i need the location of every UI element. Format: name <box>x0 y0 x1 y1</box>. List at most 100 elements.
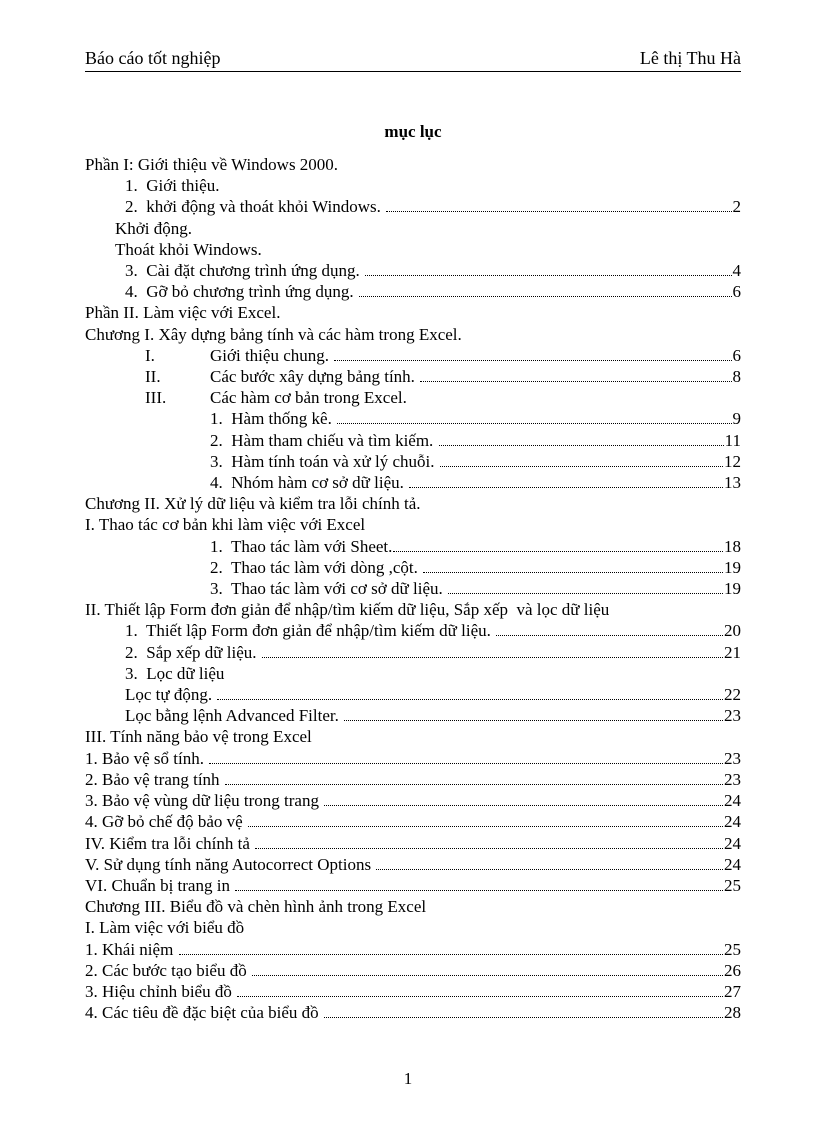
toc-leader <box>496 635 723 636</box>
toc-line: Lọc tự động. 22 <box>85 684 741 705</box>
toc-line: 2. Các bước tạo biểu đồ 26 <box>85 960 741 981</box>
toc-page: 26 <box>724 960 741 981</box>
page-number: 1 <box>0 1069 816 1089</box>
toc-leader <box>334 360 731 361</box>
toc-text: I. Thao tác cơ bản khi làm việc với Exce… <box>85 514 365 535</box>
toc-line: Chương II. Xử lý dữ liệu và kiểm tra lỗi… <box>85 493 741 514</box>
toc-text: Lọc bằng lệnh Advanced Filter. <box>125 705 343 726</box>
toc-page: 9 <box>733 408 742 429</box>
toc-line: 1. Giới thiệu. <box>85 175 741 196</box>
toc-leader <box>237 996 723 997</box>
toc-line: 2. Thao tác làm với dòng ,cột. 19 <box>85 557 741 578</box>
toc-text: 1. Hàm thống kê. <box>210 408 336 429</box>
toc-leader <box>420 381 731 382</box>
toc-line: 3. Hiệu chỉnh biểu đồ 27 <box>85 981 741 1002</box>
toc-text: Phần I: Giới thiệu về Windows 2000. <box>85 154 338 175</box>
toc-leader <box>225 784 723 785</box>
toc-text: 2. Sắp xếp dữ liệu. <box>125 642 261 663</box>
toc-leader <box>359 296 732 297</box>
toc-leader <box>440 466 723 467</box>
toc-page: 23 <box>724 705 741 726</box>
toc-leader <box>252 975 723 976</box>
toc-leader <box>179 954 723 955</box>
toc-line: 3. Hàm tính toán và xử lý chuỗi. 12 <box>85 451 741 472</box>
toc-roman-prefix: III. <box>145 387 210 408</box>
toc-roman-prefix: II. <box>145 366 210 387</box>
toc-text: Chương III. Biểu đồ và chèn hình ảnh tro… <box>85 896 426 917</box>
toc-line: I. Thao tác cơ bản khi làm việc với Exce… <box>85 514 741 535</box>
toc-roman-prefix: I. <box>145 345 210 366</box>
toc-page: 4 <box>733 260 742 281</box>
toc-line: I.Giới thiệu chung. 6 <box>85 345 741 366</box>
toc-leader <box>439 445 724 446</box>
toc-page: 11 <box>725 430 741 451</box>
toc-text: 4. Nhóm hàm cơ sở dữ liệu. <box>210 472 408 493</box>
toc-title: mục lục <box>85 122 741 142</box>
toc-text: Thoát khỏi Windows. <box>115 239 262 260</box>
page: Báo cáo tốt nghiệp Lê thị Thu Hà mục lục… <box>0 0 816 1123</box>
toc-text: V. Sử dụng tính năng Autocorrect Options <box>85 854 375 875</box>
toc-text: III. Tính năng bảo vệ trong Excel <box>85 726 312 747</box>
toc-page: 12 <box>724 451 741 472</box>
toc-text: Lọc tự động. <box>125 684 216 705</box>
toc-page: 19 <box>724 578 741 599</box>
header-left: Báo cáo tốt nghiệp <box>85 48 220 69</box>
toc-leader <box>423 572 723 573</box>
toc-line: 2. Sắp xếp dữ liệu. 21 <box>85 642 741 663</box>
toc-leader <box>365 275 732 276</box>
toc-leader <box>376 869 723 870</box>
toc-line: 1. Thao tác làm với Sheet.18 <box>85 536 741 557</box>
toc-page: 21 <box>724 642 741 663</box>
toc-text: 3. Cài đặt chương trình ứng dụng. <box>125 260 364 281</box>
toc-leader <box>248 826 723 827</box>
toc-line: Chương III. Biểu đồ và chèn hình ảnh tro… <box>85 896 741 917</box>
toc-line: Phần II. Làm việc với Excel. <box>85 302 741 323</box>
toc-page: 22 <box>724 684 741 705</box>
toc-page: 13 <box>724 472 741 493</box>
toc-page: 24 <box>724 790 741 811</box>
toc-page: 23 <box>724 748 741 769</box>
toc-leader <box>255 848 723 849</box>
toc-line: I. Làm việc với biểu đồ <box>85 917 741 938</box>
toc-line: 4. Gỡ bỏ chương trình ứng dụng. 6 <box>85 281 741 302</box>
toc-page: 20 <box>724 620 741 641</box>
toc-line: Khởi động. <box>85 218 741 239</box>
toc-text: 3. Thao tác làm với cơ sở dữ liệu. <box>210 578 447 599</box>
toc-line: 2. Hàm tham chiếu và tìm kiếm. 11 <box>85 430 741 451</box>
toc-line: II. Thiết lập Form đơn giản để nhập/tìm … <box>85 599 741 620</box>
toc-page: 28 <box>724 1002 741 1023</box>
toc-text: 2. Thao tác làm với dòng ,cột. <box>210 557 422 578</box>
toc-line: Phần I: Giới thiệu về Windows 2000. <box>85 154 741 175</box>
toc-line: 4. Gỡ bỏ chế độ bảo vệ 24 <box>85 811 741 832</box>
toc-page: 19 <box>724 557 741 578</box>
toc-text: Các bước xây dựng bảng tính. <box>210 366 419 387</box>
toc-text: 1. Giới thiệu. <box>125 175 219 196</box>
toc-text: 3. Hàm tính toán và xử lý chuỗi. <box>210 451 439 472</box>
toc-page: 27 <box>724 981 741 1002</box>
header-right: Lê thị Thu Hà <box>640 48 741 69</box>
toc-leader <box>209 763 723 764</box>
toc-text: 1. Khái niệm <box>85 939 178 960</box>
toc-line: Lọc bằng lệnh Advanced Filter. 23 <box>85 705 741 726</box>
toc-line: IV. Kiểm tra lỗi chính tả 24 <box>85 833 741 854</box>
toc-text: 2. Bảo vệ trang tính <box>85 769 224 790</box>
toc-line: Chương I. Xây dựng bảng tính và các hàm … <box>85 324 741 345</box>
toc-line: III.Các hàm cơ bản trong Excel. <box>85 387 741 408</box>
toc-line: 1. Bảo vệ sổ tính. 23 <box>85 748 741 769</box>
toc-text: Phần II. Làm việc với Excel. <box>85 302 280 323</box>
toc-line: 3. Thao tác làm với cơ sở dữ liệu. 19 <box>85 578 741 599</box>
toc-text: 4. Các tiêu đề đặc biệt của biểu đồ <box>85 1002 323 1023</box>
toc-text: 4. Gỡ bỏ chương trình ứng dụng. <box>125 281 358 302</box>
toc-line: 4. Các tiêu đề đặc biệt của biểu đồ 28 <box>85 1002 741 1023</box>
toc-leader <box>324 805 723 806</box>
toc-line: 1. Hàm thống kê. 9 <box>85 408 741 429</box>
toc-text: 3. Hiệu chỉnh biểu đồ <box>85 981 236 1002</box>
toc-leader <box>448 593 723 594</box>
toc-line: V. Sử dụng tính năng Autocorrect Options… <box>85 854 741 875</box>
toc-text: VI. Chuẩn bị trang in <box>85 875 234 896</box>
toc-leader <box>393 551 723 552</box>
toc-text: 1. Thiết lập Form đơn giản để nhập/tìm k… <box>125 620 495 641</box>
toc-text: 1. Thao tác làm với Sheet. <box>210 536 392 557</box>
toc-page: 6 <box>733 281 742 302</box>
toc-page: 24 <box>724 811 741 832</box>
